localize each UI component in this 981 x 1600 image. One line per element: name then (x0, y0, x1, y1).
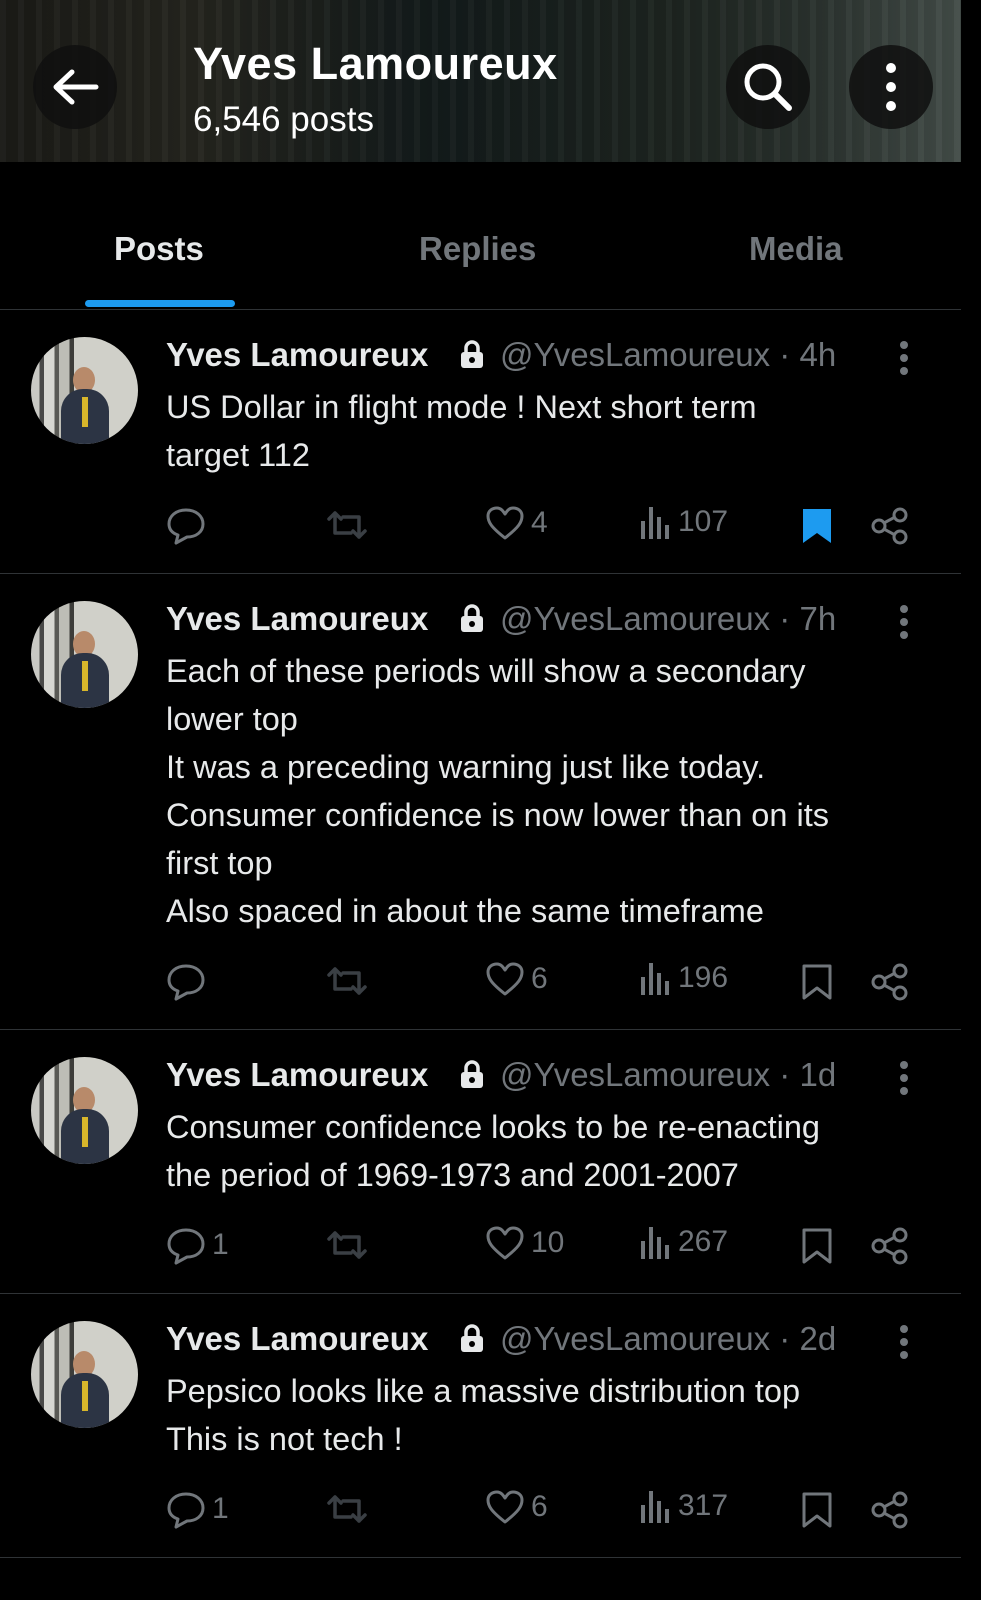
avatar[interactable] (31, 1057, 138, 1164)
bookmark-icon[interactable] (801, 963, 833, 1001)
view-count: 196 (678, 961, 729, 994)
view-count: 317 (678, 1489, 729, 1522)
reply-icon (167, 1492, 205, 1529)
lock-icon (461, 604, 483, 632)
repost-button[interactable] (325, 1225, 369, 1265)
post-text: US Dollar in flight mode ! Next short te… (166, 389, 757, 473)
repost-button[interactable] (325, 505, 369, 545)
repost-icon (327, 1231, 367, 1259)
lock-icon (461, 1324, 483, 1352)
reply-button[interactable] (166, 961, 212, 1001)
bookmark-icon[interactable] (801, 1491, 833, 1529)
reply-button[interactable]: 1 (166, 1225, 229, 1265)
views-chart-icon (641, 1227, 669, 1259)
tab-media[interactable]: Media (749, 230, 843, 268)
post-text: Consumer confidence looks to be re-enact… (166, 1109, 820, 1193)
like-button[interactable]: 4 (485, 505, 548, 541)
post-handle-time[interactable]: @YvesLamoureux · 1d (500, 1056, 836, 1094)
more-options-button[interactable] (849, 45, 933, 129)
like-count: 6 (531, 962, 548, 995)
post-more-icon[interactable] (898, 1060, 910, 1096)
heart-icon (486, 1490, 524, 1524)
search-icon (744, 63, 792, 111)
heart-icon (486, 1226, 524, 1260)
reply-count: 1 (212, 1228, 229, 1261)
views-chart-icon (641, 1491, 669, 1523)
post-author-name[interactable]: Yves Lamoureux (166, 336, 428, 374)
post-handle-time[interactable]: @YvesLamoureux · 2d (500, 1320, 836, 1358)
vertical-dots-icon (886, 63, 896, 111)
reply-icon (167, 1228, 205, 1265)
views-button[interactable]: 107 (640, 505, 728, 539)
repost-icon (327, 511, 367, 539)
repost-icon (327, 1495, 367, 1523)
reply-icon (167, 964, 205, 1001)
views-button[interactable]: 317 (640, 1489, 728, 1523)
avatar[interactable] (31, 601, 138, 708)
post-author-name[interactable]: Yves Lamoureux (166, 1320, 428, 1358)
bookmark-filled-icon[interactable] (801, 507, 833, 545)
heart-icon (486, 962, 524, 996)
search-button[interactable] (726, 45, 810, 129)
repost-button[interactable] (325, 961, 369, 1001)
reply-button[interactable]: 1 (166, 1489, 229, 1529)
bookmark-icon[interactable] (801, 1227, 833, 1265)
share-icon[interactable] (871, 1227, 909, 1265)
post-count: 6,546 posts (193, 100, 374, 139)
post-more-icon[interactable] (898, 604, 910, 640)
view-count: 107 (678, 505, 729, 538)
like-button[interactable]: 6 (485, 1489, 548, 1525)
repost-icon (327, 967, 367, 995)
view-count: 267 (678, 1225, 729, 1258)
lock-icon (461, 340, 483, 368)
back-button[interactable] (33, 45, 117, 129)
post-author-name[interactable]: Yves Lamoureux (166, 1056, 428, 1094)
post-more-icon[interactable] (898, 340, 910, 376)
like-count: 6 (531, 1490, 548, 1523)
views-button[interactable]: 267 (640, 1225, 728, 1259)
heart-icon (486, 506, 524, 540)
share-icon[interactable] (871, 963, 909, 1001)
post-text: Pepsico looks like a massive distributio… (166, 1373, 801, 1457)
share-icon[interactable] (871, 507, 909, 545)
tab-posts[interactable]: Posts (114, 230, 204, 268)
post-author-name[interactable]: Yves Lamoureux (166, 600, 428, 638)
profile-name-title: Yves Lamoureux (193, 38, 558, 89)
reply-count: 1 (212, 1492, 229, 1525)
like-count: 4 (531, 506, 548, 539)
views-button[interactable]: 196 (640, 961, 728, 995)
post-more-icon[interactable] (898, 1324, 910, 1360)
share-icon[interactable] (871, 1491, 909, 1529)
tab-replies[interactable]: Replies (419, 230, 536, 268)
views-chart-icon (641, 963, 669, 995)
reply-icon (167, 508, 205, 545)
like-button[interactable]: 6 (485, 961, 548, 997)
like-count: 10 (531, 1226, 565, 1259)
views-chart-icon (641, 507, 669, 539)
post-handle-time[interactable]: @YvesLamoureux · 7h (500, 600, 836, 638)
back-arrow-icon (53, 69, 99, 105)
reply-button[interactable] (166, 505, 212, 545)
active-tab-indicator (85, 300, 235, 307)
avatar[interactable] (31, 1321, 138, 1428)
post-text: Each of these periods will show a second… (166, 653, 829, 929)
lock-icon (461, 1060, 483, 1088)
post-handle-time[interactable]: @YvesLamoureux · 4h (500, 336, 836, 374)
repost-button[interactable] (325, 1489, 369, 1529)
avatar[interactable] (31, 337, 138, 444)
like-button[interactable]: 10 (485, 1225, 564, 1261)
